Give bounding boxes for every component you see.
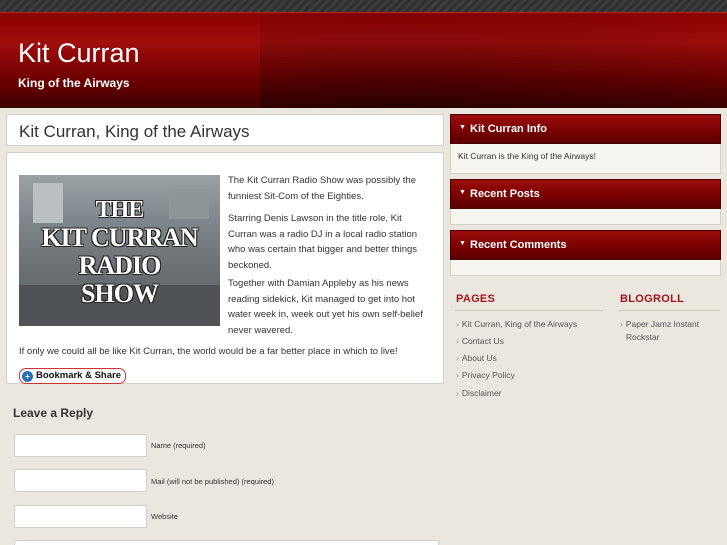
radio-show-image: THE KIT CURRAN RADIO SHOW: [19, 175, 220, 326]
chevron-right-icon: ›: [456, 353, 459, 363]
widget-recent-comments[interactable]: ▼ Recent Comments: [450, 230, 721, 260]
chevron-right-icon: ›: [620, 319, 623, 329]
widget-recent-posts[interactable]: ▼ Recent Posts: [450, 179, 721, 209]
reply-heading: Leave a Reply: [13, 406, 94, 420]
page-link[interactable]: › Privacy Policy: [456, 369, 515, 382]
widget-kit-curran-info[interactable]: ▼ Kit Curran Info: [450, 114, 721, 144]
widget-title: Recent Comments: [470, 239, 567, 251]
blogroll-heading: BLOGROLL: [620, 293, 685, 305]
widget-body: [450, 260, 721, 276]
name-field-label: Name (required): [151, 441, 206, 450]
image-text-line: SHOW: [81, 279, 159, 308]
widget-title: Recent Posts: [470, 188, 540, 200]
email-field-label: Mail (will not be published) (required): [151, 477, 274, 486]
triangle-down-icon: ▼: [459, 189, 466, 196]
bookmark-label: Bookmark & Share: [36, 370, 122, 381]
chevron-right-icon: ›: [456, 319, 459, 329]
post-title[interactable]: Kit Curran, King of the Airways: [19, 122, 250, 142]
page-link[interactable]: › About Us: [456, 352, 497, 365]
page-link[interactable]: › Contact Us: [456, 335, 504, 348]
image-text-line: THE: [95, 197, 145, 223]
comment-textarea[interactable]: [14, 540, 439, 545]
image-text-line: KIT CURRAN: [41, 223, 198, 252]
site-header: Kit Curran King of the Airways: [0, 12, 727, 108]
page-link[interactable]: › Disclaimer: [456, 387, 502, 400]
post-paragraph: The Kit Curran Radio Show was possibly t…: [228, 175, 416, 202]
widget-body: Kit Curran is the King of the Airways!: [450, 144, 721, 174]
widget-body: [450, 209, 721, 225]
name-field[interactable]: [14, 434, 147, 457]
email-field[interactable]: [14, 469, 147, 492]
blogroll-link[interactable]: › Paper Jamz Instant Rockstar: [620, 318, 720, 344]
pages-heading: PAGES: [456, 293, 496, 305]
post-paragraph: Together with Damian Appleby as his news…: [228, 278, 423, 336]
site-description: King of the Airways: [18, 76, 130, 90]
post-title-box: Kit Curran, King of the Airways: [6, 114, 444, 146]
chevron-right-icon: ›: [456, 388, 459, 398]
site-title[interactable]: Kit Curran: [18, 38, 140, 69]
page-link[interactable]: › Kit Curran, King of the Airways: [456, 318, 577, 331]
website-field-label: Website: [151, 512, 178, 521]
triangle-down-icon: ▼: [459, 124, 466, 131]
top-strip: [0, 0, 727, 12]
chevron-right-icon: ›: [456, 370, 459, 380]
divider: [455, 310, 603, 311]
website-field[interactable]: [14, 505, 147, 528]
post-paragraph: If only we could all be like Kit Curran,…: [19, 346, 398, 357]
widget-title: Kit Curran Info: [470, 123, 547, 135]
bookmark-share-button[interactable]: + Bookmark & Share: [19, 368, 127, 384]
triangle-down-icon: ▼: [459, 240, 466, 247]
image-text-line: RADIO: [78, 251, 162, 280]
widget-text: Kit Curran is the King of the Airways!: [458, 151, 596, 161]
divider: [619, 310, 720, 311]
share-icon: +: [22, 370, 33, 382]
post-body: THE KIT CURRAN RADIO SHOW The Kit Curran…: [6, 152, 444, 384]
post-paragraph: Starring Denis Lawson in the title role,…: [228, 213, 418, 271]
chevron-right-icon: ›: [456, 336, 459, 346]
